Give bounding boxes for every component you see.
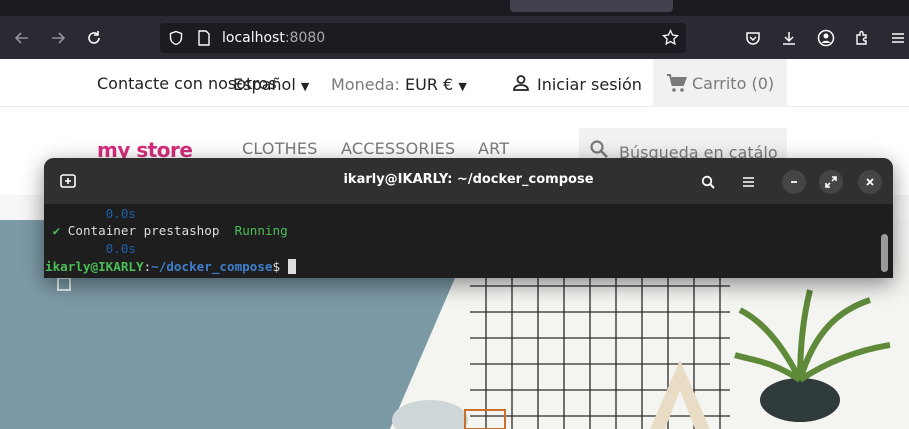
terminal-minimize-button[interactable] <box>782 170 806 194</box>
hamburger-icon <box>892 33 904 43</box>
currency-selector[interactable]: Moneda: EUR € ▼ <box>331 75 467 97</box>
user-icon <box>513 75 529 91</box>
text-cursor <box>287 259 296 274</box>
app-menu-button[interactable] <box>885 25 909 51</box>
account-button[interactable] <box>813 25 839 51</box>
menu-art[interactable]: ART <box>478 139 509 159</box>
caret-down-icon: ▼ <box>458 80 467 93</box>
cart-label[interactable]: Carrito (0) <box>692 74 774 94</box>
close-icon <box>866 178 874 186</box>
download-icon <box>783 32 795 45</box>
puzzle-icon <box>856 30 867 45</box>
terminal-close-button[interactable] <box>858 170 882 194</box>
active-tab[interactable] <box>510 0 673 12</box>
terminal-window[interactable]: ikarly@IKARLY: ~/docker_compose 0.0s ✔ C… <box>44 158 893 278</box>
terminal-scrollbar[interactable] <box>881 234 888 272</box>
shield-icon[interactable] <box>168 30 184 46</box>
reload-button[interactable] <box>81 25 107 51</box>
pocket-button[interactable] <box>740 25 766 51</box>
arrow-right-icon <box>52 32 66 44</box>
terminal-prompt[interactable]: ikarly@IKARLY:~/docker_compose$ <box>45 258 296 276</box>
pocket-icon <box>746 32 760 45</box>
signin-link[interactable]: Iniciar sesión <box>537 75 642 95</box>
terminal-line-timing-2: 0.0s <box>105 241 137 256</box>
star-icon[interactable] <box>662 29 679 46</box>
minimize-icon <box>791 181 797 183</box>
caret-down-icon: ▼ <box>300 80 310 93</box>
arrow-left-icon <box>14 32 28 44</box>
menu-clothes[interactable]: CLOTHES <box>242 139 318 159</box>
reload-icon <box>88 31 100 44</box>
search-icon <box>590 140 608 158</box>
cart-icon <box>667 74 687 92</box>
browser-tab-strip <box>0 0 909 16</box>
terminal-search-button[interactable] <box>696 170 720 194</box>
terminal-maximize-button[interactable] <box>819 170 843 194</box>
terminal-line-timing: 0.0s <box>105 206 137 221</box>
maximize-icon <box>825 176 837 188</box>
language-selector[interactable]: Español ▼ <box>233 75 309 97</box>
terminal-menu-button[interactable] <box>736 170 760 194</box>
account-icon <box>817 29 835 47</box>
check-icon: ✔ <box>52 223 61 238</box>
back-button[interactable] <box>9 25 35 51</box>
url-text[interactable]: localhost:8080 <box>222 29 325 47</box>
forward-button[interactable] <box>45 25 71 51</box>
search-icon <box>701 175 715 189</box>
hamburger-icon <box>742 177 754 187</box>
extensions-button[interactable] <box>849 25 875 51</box>
page-icon <box>198 30 210 46</box>
menu-accessories[interactable]: ACCESSORIES <box>341 139 455 159</box>
terminal-title: ikarly@IKARLY: ~/docker_compose <box>343 172 594 187</box>
downloads-button[interactable] <box>776 25 802 51</box>
terminal-line-container: ✔ Container prestashop Running <box>52 223 288 238</box>
